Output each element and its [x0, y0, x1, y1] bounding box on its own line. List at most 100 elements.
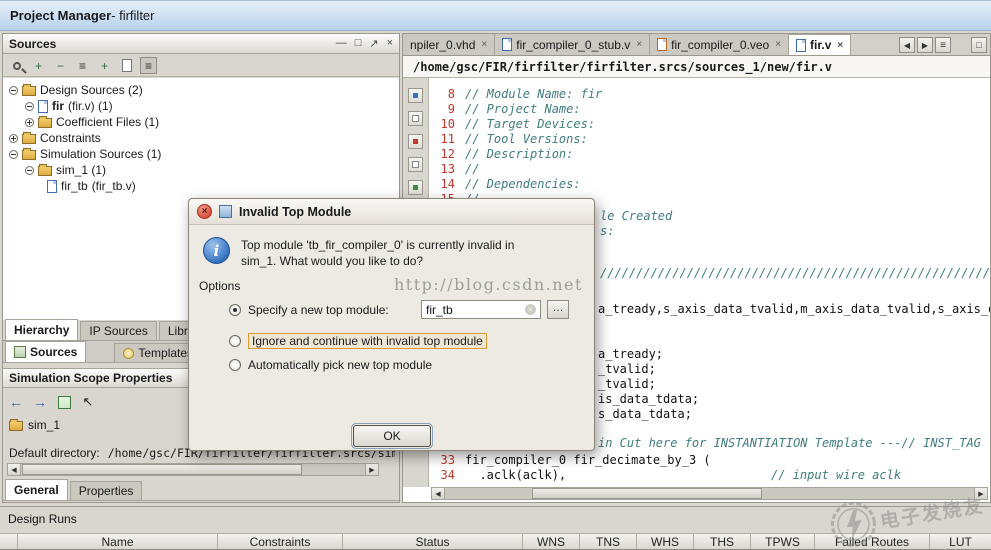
scrollbar-thumb[interactable]	[532, 488, 762, 499]
close-tab-icon[interactable]: ×	[837, 40, 843, 51]
scroll-left-icon[interactable]: ◀	[432, 488, 445, 499]
column-name[interactable]: Name	[18, 534, 218, 549]
radio-button-icon[interactable]	[229, 335, 241, 347]
close-tab-icon[interactable]: ×	[481, 39, 487, 50]
column-constraints[interactable]: Constraints	[218, 534, 343, 549]
expand-handle-icon[interactable]	[9, 134, 18, 143]
tree-item-fir-tb[interactable]: fir_tb (fir_tb.v)	[3, 178, 136, 194]
code-line: 34 .aclk(aclk),// input wire aclk	[403, 468, 990, 483]
code-fragment: _tvalid;	[598, 377, 656, 391]
tab-properties[interactable]: Properties	[70, 481, 143, 500]
file-path-bar: /home/gsc/FIR/firfilter/firfilter.srcs/s…	[403, 56, 990, 78]
settings-icon[interactable]: ≡	[140, 57, 157, 74]
page-glyph	[122, 59, 132, 72]
tree-item-sim-1[interactable]: sim_1 (1)	[3, 162, 106, 178]
tab-hierarchy[interactable]: Hierarchy	[5, 319, 78, 340]
radio-button-icon[interactable]	[229, 359, 241, 371]
maximize-icon[interactable]: □	[355, 37, 362, 50]
browse-button[interactable]: …	[547, 300, 569, 319]
float-editor-icon[interactable]: □	[971, 37, 987, 53]
radio-ignore-invalid-top[interactable]: Ignore and continue with invalid top mod…	[229, 333, 487, 349]
radio-specify-label: Specify a new top module:	[248, 303, 389, 317]
sources-toolbar: + − ≡ + ≡	[3, 55, 399, 77]
top-module-input[interactable]	[426, 303, 518, 317]
code-fragment: _tvalid;	[598, 362, 656, 376]
tree-item-label: fir_tb	[61, 179, 88, 193]
line-number: 34	[427, 468, 455, 482]
column-whs[interactable]: WHS	[637, 534, 694, 549]
line-number: 9	[427, 102, 455, 116]
tab-fir-compiler-0-stub-v[interactable]: fir_compiler_0_stub.v ×	[495, 34, 650, 55]
tree-item-label: Simulation Sources (1)	[40, 147, 161, 161]
dialog-titlebar: × Invalid Top Module	[189, 199, 594, 225]
search-icon[interactable]	[8, 57, 25, 74]
radio-button-icon[interactable]	[229, 304, 241, 316]
select-cursor-icon[interactable]: ↖	[79, 393, 97, 411]
verilog-file-icon	[38, 100, 48, 113]
expand-all-icon[interactable]: +	[30, 57, 47, 74]
line-number: 12	[427, 147, 455, 161]
next-tab-icon[interactable]: ▶	[917, 37, 933, 53]
dialog-close-icon[interactable]: ×	[197, 204, 212, 219]
close-tab-icon[interactable]: ×	[636, 39, 642, 50]
grid-glyph	[58, 396, 71, 409]
tab-ip-sources[interactable]: IP Sources	[80, 321, 156, 340]
collapse-handle-icon[interactable]	[25, 166, 34, 175]
column-status[interactable]: Status	[343, 534, 523, 549]
tab-label: npiler_0.vhd	[410, 38, 475, 52]
tab-sources[interactable]: Sources	[5, 341, 86, 362]
sources-panel-controls: — □ ↗ ×	[336, 37, 393, 50]
tree-item-suffix: (fir_tb.v)	[92, 179, 136, 193]
tab-label: fir_compiler_0.veo	[671, 38, 769, 52]
verilog-file-icon	[796, 39, 806, 52]
flat-view-icon[interactable]: ≡	[74, 57, 91, 74]
expand-handle-icon[interactable]	[25, 118, 34, 127]
folder-icon	[22, 150, 36, 160]
properties-grid-icon[interactable]	[55, 393, 73, 411]
add-sources-icon[interactable]: +	[96, 57, 113, 74]
code-line: 11// Tool Versions:	[403, 132, 990, 147]
tab-fir-compiler-0-veo[interactable]: fir_compiler_0.veo ×	[650, 34, 789, 55]
sources-panel-header: Sources — □ ↗ ×	[3, 34, 399, 54]
line-text: // Target Devices:	[465, 117, 595, 131]
column-tpws[interactable]: TPWS	[751, 534, 815, 549]
radio-ignore-label: Ignore and continue with invalid top mod…	[248, 333, 487, 349]
scope-item-label: sim_1	[28, 418, 60, 432]
folder-icon	[22, 134, 36, 144]
minimize-icon[interactable]: —	[336, 37, 347, 50]
watermark-url: http://blog.csdn.net	[394, 275, 583, 294]
line-number: 13	[427, 162, 455, 176]
collapse-handle-icon[interactable]	[9, 86, 18, 95]
column-ths[interactable]: THS	[694, 534, 751, 549]
back-icon[interactable]: ←	[7, 393, 25, 411]
scrollbar-thumb[interactable]	[22, 464, 302, 475]
column-tns[interactable]: TNS	[580, 534, 637, 549]
tree-item-design-sources[interactable]: Design Sources (2)	[3, 82, 143, 98]
radio-auto-pick-top[interactable]: Automatically pick new top module	[229, 358, 432, 372]
collapse-handle-icon[interactable]	[25, 102, 34, 111]
collapse-handle-icon[interactable]	[9, 150, 18, 159]
collapse-all-icon[interactable]: −	[52, 57, 69, 74]
tab-compiler-0-vhd[interactable]: npiler_0.vhd ×	[403, 34, 495, 55]
clear-input-icon[interactable]: ×	[525, 304, 536, 315]
prev-tab-icon[interactable]: ◀	[899, 37, 915, 53]
scroll-right-icon[interactable]: ▶	[365, 464, 378, 475]
file-icon[interactable]	[118, 57, 135, 74]
close-icon[interactable]: ×	[387, 37, 393, 50]
tree-item-constraints[interactable]: Constraints	[3, 130, 101, 146]
tab-fir-v[interactable]: fir.v ×	[789, 34, 851, 55]
forward-icon[interactable]: →	[31, 393, 49, 411]
tree-item-fir[interactable]: fir (fir.v) (1)	[3, 98, 113, 114]
close-tab-icon[interactable]: ×	[775, 39, 781, 50]
tree-item-simulation-sources[interactable]: Simulation Sources (1)	[3, 146, 161, 162]
scroll-left-icon[interactable]: ◀	[8, 464, 21, 475]
tree-item-coefficient-files[interactable]: Coefficient Files (1)	[3, 114, 159, 130]
ok-button[interactable]: OK	[353, 425, 431, 447]
properties-horizontal-scrollbar[interactable]: ◀ ▶	[7, 463, 379, 476]
scope-item-sim-1[interactable]: sim_1	[9, 418, 60, 432]
tab-general[interactable]: General	[5, 479, 68, 500]
column-wns[interactable]: WNS	[523, 534, 580, 549]
tab-list-icon[interactable]: ≡	[935, 37, 951, 53]
radio-specify-top-module[interactable]: Specify a new top module:	[229, 303, 389, 317]
float-icon[interactable]: ↗	[369, 37, 378, 50]
